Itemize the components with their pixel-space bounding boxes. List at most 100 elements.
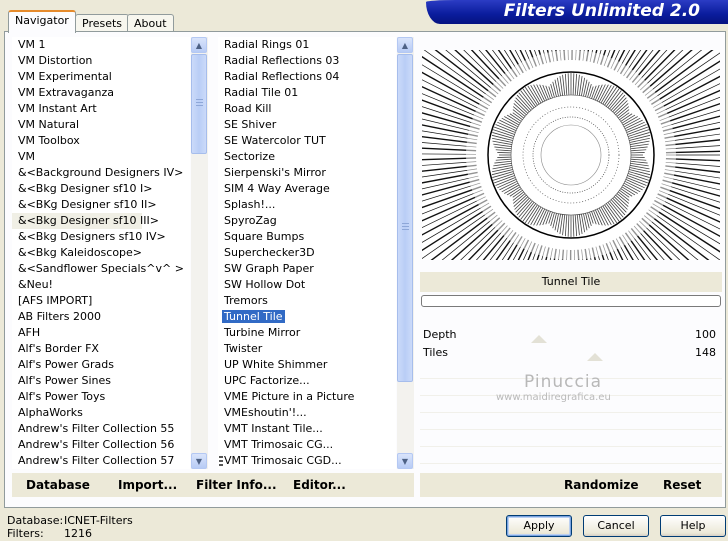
filter-list-item[interactable]: VME Picture in a Picture (218, 389, 354, 405)
filter-list-item[interactable]: SE Watercolor TUT (218, 133, 326, 149)
filter-list-item[interactable]: SIM 4 Way Average (218, 181, 330, 197)
category-list-item[interactable]: &<Bkg Kaleidoscope> (12, 245, 142, 261)
depth-slider-handle[interactable] (531, 335, 547, 343)
filter-list-item[interactable]: SE Shiver (218, 117, 276, 133)
reset-button[interactable]: Reset (663, 478, 701, 492)
category-list-item[interactable]: Andrew's Filter Collection 56 (12, 437, 174, 453)
filter-list-item[interactable]: Splash!... (218, 197, 275, 213)
category-list-item[interactable]: &<Sandflower Specials^v^ > (12, 261, 184, 277)
category-list-item-label: VM Extravaganza (18, 86, 115, 99)
filter-list-item[interactable]: UP White Shimmer (218, 357, 327, 373)
category-list-item[interactable]: &<Bkg Designer sf10 III> (12, 213, 159, 229)
help-button[interactable]: Help (660, 515, 726, 537)
filter-list-item-label: SE Shiver (224, 118, 277, 131)
filter-list-item-label: SIM 4 Way Average (224, 182, 330, 195)
filter-list-item[interactable]: SW Hollow Dot (218, 277, 305, 293)
filter-list-item[interactable]: Road Kill (218, 101, 271, 117)
watermark-name: Pinuccia (524, 372, 602, 392)
randomize-button[interactable]: Randomize (564, 478, 638, 492)
filter-list-item[interactable]: VMEshoutin'!... (218, 405, 307, 421)
filter-list-item[interactable]: Tremors (218, 293, 268, 309)
category-scrollbar[interactable]: ▲ ▼ (191, 37, 208, 469)
filter-list-item-label: Superchecker3D (224, 246, 315, 259)
param-row-tiles[interactable]: Tiles 148 (420, 344, 722, 362)
filter-list-item[interactable]: Twister (218, 341, 262, 357)
filter-list-item[interactable]: Radial Rings 01 (218, 37, 309, 53)
filter-list-item-label: Square Bumps (224, 230, 305, 243)
filter-list-item-label: Sectorize (224, 150, 275, 163)
filter-scroll-thumb[interactable] (397, 54, 413, 382)
apply-button[interactable]: Apply (506, 515, 572, 537)
filter-list-item[interactable]: SW Graph Paper (218, 261, 314, 277)
title-banner: Filters Unlimited 2.0 (426, 0, 728, 24)
filter-list-item[interactable]: Sierpenski's Mirror (218, 165, 326, 181)
category-list-item[interactable]: &<Bkg Designer sf10 I> (12, 181, 153, 197)
drag-grip-icon[interactable] (219, 455, 224, 467)
filter-list-item[interactable]: Tunnel Tile (218, 309, 285, 325)
filter-list-item-label: UP White Shimmer (224, 358, 328, 371)
filter-list-item[interactable]: Square Bumps (218, 229, 304, 245)
category-list-item-label: Alf's Power Grads (18, 358, 114, 371)
filter-list-item[interactable]: VMT Instant Tile... (218, 421, 323, 437)
app-title: Filters Unlimited 2.0 (503, 1, 700, 21)
category-list[interactable]: VM 1 VM Distortion VM Experimental VM Extra… (12, 37, 190, 469)
filter-scrollbar[interactable]: ▲ ▼ (397, 37, 414, 469)
database-button[interactable]: Database (26, 478, 90, 492)
editor-button[interactable]: Editor... (293, 478, 346, 492)
filter-list-item[interactable]: Radial Reflections 04 (218, 69, 339, 85)
filter-list-item[interactable]: Superchecker3D (218, 245, 315, 261)
filter-list-item[interactable]: VMT Trimosaic CGD... (218, 453, 342, 469)
filter-list-item-label: Radial Reflections 03 (224, 54, 340, 67)
category-list-item-label: [AFS IMPORT] (18, 294, 93, 307)
category-list-item[interactable]: &<BKg Designer sf10 II> (12, 197, 157, 213)
category-list-item[interactable]: VM 1 (12, 37, 46, 53)
filter-list-item[interactable]: Sectorize (218, 149, 275, 165)
filter-list-item-label: Splash!... (224, 198, 276, 211)
category-list-item[interactable]: AlphaWorks (12, 405, 83, 421)
category-list-item[interactable]: VM Extravaganza (12, 85, 114, 101)
filter-list-item[interactable]: Turbine Mirror (218, 325, 300, 341)
filter-list-item[interactable]: UPC Factorize... (218, 373, 310, 389)
filter-list-item[interactable]: SpyroZag (218, 213, 277, 229)
param-row-depth[interactable]: Depth 100 (420, 326, 722, 344)
filter-list-item-label: Sierpenski's Mirror (224, 166, 326, 179)
category-list-item[interactable]: VM Instant Art (12, 101, 97, 117)
scroll-up-arrow-icon[interactable]: ▲ (397, 37, 413, 53)
category-list-item[interactable]: VM Experimental (12, 69, 112, 85)
category-list-item[interactable]: Alf's Power Grads (12, 357, 114, 373)
filter-list-item[interactable]: Radial Tile 01 (218, 85, 298, 101)
category-list-item[interactable]: Andrew's Filter Collection 57 (12, 453, 174, 469)
category-list-item[interactable]: Andrew's Filter Collection 55 (12, 421, 174, 437)
category-list-item[interactable]: Alf's Power Toys (12, 389, 105, 405)
scroll-down-arrow-icon[interactable]: ▼ (191, 453, 207, 469)
category-list-item[interactable]: &Neu! (12, 277, 53, 293)
filter-list[interactable]: Radial Rings 01 Radial Reflections 03 Radi… (218, 37, 396, 469)
category-list-item[interactable]: VM Distortion (12, 53, 92, 69)
filter-list-item-label: SW Graph Paper (224, 262, 314, 275)
scroll-down-arrow-icon[interactable]: ▼ (397, 453, 413, 469)
category-list-item[interactable]: Alf's Power Sines (12, 373, 111, 389)
tiles-slider-handle[interactable] (587, 353, 603, 361)
category-list-item[interactable]: &<Background Designers IV> (12, 165, 183, 181)
cancel-button[interactable]: Cancel (583, 515, 649, 537)
category-list-item[interactable]: VM Natural (12, 117, 79, 133)
category-list-item[interactable]: Alf's Border FX (12, 341, 99, 357)
category-scroll-thumb[interactable] (191, 54, 207, 154)
filter-list-item[interactable]: VMT Trimosaic CG... (218, 437, 333, 453)
category-list-item[interactable]: &<Bkg Designers sf10 IV> (12, 229, 166, 245)
category-list-item[interactable]: VM (12, 149, 35, 165)
category-list-item[interactable]: AB Filters 2000 (12, 309, 101, 325)
category-list-item[interactable]: VM Toolbox (12, 133, 80, 149)
status-database-value: ICNET-Filters (64, 514, 133, 527)
category-list-item[interactable]: [AFS IMPORT] (12, 293, 92, 309)
filter-list-item[interactable]: Radial Reflections 03 (218, 53, 339, 69)
category-list-item[interactable]: AFH (12, 325, 40, 341)
category-list-item-label: &<Sandflower Specials^v^ > (18, 262, 184, 275)
scroll-up-arrow-icon[interactable]: ▲ (191, 37, 207, 53)
preview-image (422, 50, 720, 260)
filter-info-button[interactable]: Filter Info... (196, 478, 277, 492)
filter-list-item-label: Twister (224, 342, 263, 355)
import-button[interactable]: Import... (118, 478, 177, 492)
category-list-item-label: VM (18, 150, 36, 163)
tab-navigator[interactable]: Navigator (8, 10, 76, 33)
